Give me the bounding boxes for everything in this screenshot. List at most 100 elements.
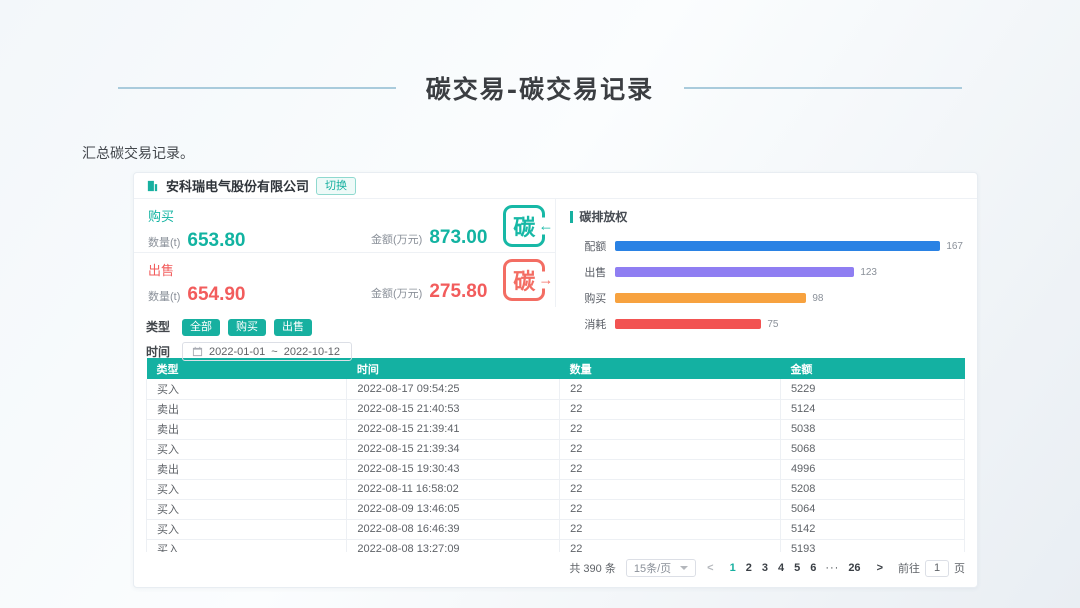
records-table: 类型 时间 数量 金额 买入 2022-08-17 09:54:25 22 5229 卖出 20… xyxy=(146,358,965,552)
buy-amount-label: 金额(万元) xyxy=(371,234,423,246)
buy-amount-value: 873.00 xyxy=(429,227,488,248)
carbon-icon-char: 碳 xyxy=(513,214,536,240)
page-size-value: 15条/页 xyxy=(633,563,672,575)
table-cell: 2022-08-15 21:40:53 xyxy=(346,399,561,420)
goto-page-group: 前往 页 xyxy=(898,559,965,577)
date-end-value: 2022-10-12 xyxy=(283,345,340,358)
page-number-button[interactable]: 1 xyxy=(725,562,741,574)
bar-fill xyxy=(615,267,855,277)
table-cell: 5193 xyxy=(780,539,965,552)
sell-qty-value: 654.90 xyxy=(187,284,246,305)
table-row: 买入 2022-08-11 16:58:02 22 5208 xyxy=(146,479,965,500)
carbon-in-icon: 碳 ← xyxy=(503,204,554,247)
table-cell: 5124 xyxy=(780,399,965,420)
table-row: 买入 2022-08-15 21:39:34 22 5068 xyxy=(146,439,965,460)
table-row: 卖出 2022-08-15 21:40:53 22 5124 xyxy=(146,399,965,420)
page-number-button[interactable]: 3 xyxy=(757,562,773,574)
bar-category-label: 出售 xyxy=(584,267,607,279)
table-cell: 买入 xyxy=(146,519,348,540)
table-row: 卖出 2022-08-15 19:30:43 22 4996 xyxy=(146,459,965,480)
sell-label: 出售 xyxy=(148,263,175,278)
page-number-button[interactable]: 26 xyxy=(843,562,865,574)
date-separator: ~ xyxy=(271,345,278,358)
company-name: 安科瑞电气股份有限公司 xyxy=(166,179,310,194)
switch-company-button[interactable]: 切换 xyxy=(316,176,357,195)
table-row: 买入 2022-08-08 13:27:09 22 5193 xyxy=(146,539,965,552)
page-number-list: 1 2 3 4 5 6 ··· 26 xyxy=(725,562,866,574)
table-cell: 2022-08-08 16:46:39 xyxy=(346,519,561,540)
title-decor-line-left xyxy=(117,87,396,89)
table-cell: 买入 xyxy=(146,379,348,400)
goto-page-input[interactable] xyxy=(925,559,949,577)
next-page-button[interactable]: > xyxy=(872,562,888,574)
table-row: 买入 2022-08-17 09:54:25 22 5229 xyxy=(146,379,965,400)
arrow-right-icon: → xyxy=(538,271,554,289)
chart-title-marker xyxy=(570,210,574,223)
goto-suffix: 页 xyxy=(954,563,965,575)
table-cell: 买入 xyxy=(146,479,348,500)
table-cell: 卖出 xyxy=(146,399,348,420)
page-number-button[interactable]: 4 xyxy=(773,562,789,574)
type-filter-button[interactable]: 全部 xyxy=(182,319,220,336)
date-range-input[interactable]: 2022-01-01 ~ 2022-10-12 xyxy=(182,342,352,361)
bar-value-label: 123 xyxy=(860,266,877,278)
sell-amount-group: 金额(万元) 275.80 xyxy=(371,281,487,303)
type-filter-button[interactable]: 购买 xyxy=(228,319,266,336)
page-number-button[interactable]: 5 xyxy=(789,562,805,574)
summary-section: 购买 数量(t) 653.80 金额(万元) 873.00 碳 ← 出售 数量(… xyxy=(134,199,977,331)
page-size-select[interactable]: 15条/页 xyxy=(625,559,697,577)
carbon-icon-char: 碳 xyxy=(513,269,536,294)
table-row: 卖出 2022-08-15 21:39:41 22 5038 xyxy=(146,419,965,440)
table-cell: 2022-08-11 16:58:02 xyxy=(346,479,561,500)
buy-summary-row: 购买 数量(t) 653.80 金额(万元) 873.00 碳 ← xyxy=(134,199,556,253)
table-header-row: 类型 时间 数量 金额 xyxy=(146,358,965,379)
carbon-trade-card: 安科瑞电气股份有限公司 切换 购买 数量(t) 653.80 金额(万元) 87… xyxy=(133,172,978,588)
chart-title: 碳排放权 xyxy=(570,208,963,225)
table-cell: 22 xyxy=(559,459,781,480)
bar-category-label: 配额 xyxy=(584,241,607,253)
type-filter-label: 类型 xyxy=(146,320,171,334)
table-row: 买入 2022-08-08 16:46:39 22 5142 xyxy=(146,519,965,540)
time-filter-label: 时间 xyxy=(146,345,171,359)
chart-bars: 配额 167 出售 123 购买 98 消耗 75 xyxy=(570,238,963,332)
table-cell: 4996 xyxy=(780,459,965,480)
table-cell: 5208 xyxy=(780,479,965,500)
table-cell: 22 xyxy=(559,419,781,440)
chart-bar-row: 出售 123 xyxy=(570,264,963,280)
page-number-button[interactable]: 6 xyxy=(805,562,821,574)
bar-fill xyxy=(615,241,941,251)
table-cell: 2022-08-15 21:39:34 xyxy=(346,439,561,460)
bar-fill xyxy=(615,293,807,303)
table-cell: 买入 xyxy=(146,439,348,460)
table-cell: 5229 xyxy=(780,379,965,400)
pagination-bar: 共 390 条 15条/页 < 123456···26 > 前往 页 xyxy=(146,559,965,577)
column-header: 数量 xyxy=(559,358,781,379)
pagination-ellipsis-icon[interactable]: ··· xyxy=(821,562,843,574)
table-row: 买入 2022-08-09 13:46:05 22 5064 xyxy=(146,499,965,520)
table-cell: 5038 xyxy=(780,419,965,440)
carbon-out-icon: 碳 → xyxy=(503,259,554,301)
table-cell: 2022-08-17 09:54:25 xyxy=(346,379,561,400)
table-cell: 卖出 xyxy=(146,459,348,480)
calendar-icon xyxy=(192,346,203,357)
type-filter-button[interactable]: 出售 xyxy=(274,319,312,336)
bar-value-label: 98 xyxy=(812,292,824,304)
table-cell: 22 xyxy=(559,519,781,540)
emission-rights-chart: 碳排放权 配额 167 出售 123 购买 98 消耗 75 xyxy=(556,199,977,331)
title-decor-line-right xyxy=(684,87,963,89)
building-icon xyxy=(146,179,159,192)
table-cell: 2022-08-08 13:27:09 xyxy=(346,539,561,552)
bar-value-label: 75 xyxy=(767,318,779,330)
table-cell: 22 xyxy=(559,499,781,520)
chart-title-text: 碳排放权 xyxy=(579,210,628,224)
table-cell: 买入 xyxy=(146,539,348,552)
table-cell: 卖出 xyxy=(146,419,348,440)
column-header: 金额 xyxy=(780,358,965,379)
trade-summary-panel: 购买 数量(t) 653.80 金额(万元) 873.00 碳 ← 出售 数量(… xyxy=(134,199,557,307)
page-number-button[interactable]: 2 xyxy=(741,562,757,574)
goto-label: 前往 xyxy=(898,563,920,575)
table-cell: 买入 xyxy=(146,499,348,520)
bar-value-label: 167 xyxy=(946,240,963,252)
prev-page-button[interactable]: < xyxy=(702,562,718,574)
buy-qty-label: 数量(t) xyxy=(148,237,181,249)
